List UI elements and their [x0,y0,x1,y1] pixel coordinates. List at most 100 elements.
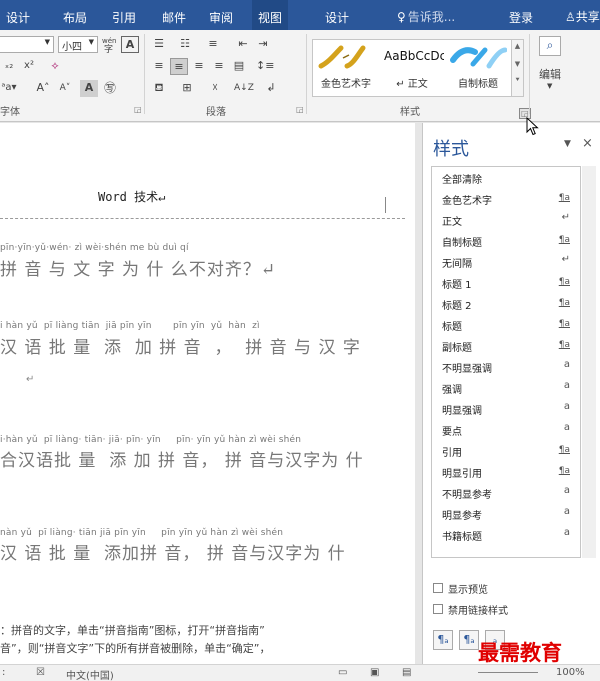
gallery-up-icon[interactable]: ▲ [512,42,523,50]
style-item[interactable]: 不明显参考 a [432,482,580,504]
phonetic-guide-char: 字 [104,45,114,55]
editing-label[interactable]: 编辑 [539,66,561,82]
pinyin-line: i·hàn yǔ pī liàng· tiān· jiā· pīn· yīn p… [0,435,302,445]
disable-linked-checkbox[interactable] [433,604,443,614]
pane-options-icon[interactable]: ▼ [564,139,571,149]
shrink-font-icon[interactable]: A˅ [56,80,74,97]
sort-icon[interactable]: A↓Z [234,80,254,97]
new-style-icon[interactable]: ¶ₐ [433,630,453,650]
shading-icon[interactable]: ⛾ [150,80,168,97]
linked-style-icon: ¶a [558,277,570,287]
tell-me-placeholder: 告诉我... [407,10,456,24]
increase-indent-icon[interactable]: ⇥ [254,36,272,53]
tab-design[interactable]: 设计 [6,9,30,26]
bullets-icon[interactable]: ☰ [150,36,168,53]
gallery-item-golden-art[interactable]: 金色艺术字 [313,40,379,96]
tab-view[interactable]: 视图 [252,0,289,30]
style-inspector-icon[interactable]: ¶ₐ [459,630,479,650]
style-item-clear-all[interactable]: 全部清除 [432,167,580,189]
font-color-icon[interactable]: ᵃa▾ [0,80,18,97]
language-indicator[interactable]: 中文(中国) [66,667,114,681]
style-item[interactable]: 明显引用 ¶a [432,461,580,483]
login-button[interactable]: 登录 [509,9,533,26]
proofing-icon[interactable]: ☒ [36,667,45,678]
align-right-icon[interactable]: ≡ [190,58,208,75]
multilevel-list-icon[interactable]: ≡ [204,36,222,53]
normal-preview: AaBbCcDc [384,49,444,63]
style-item[interactable]: 副标题 ¶a [432,335,580,357]
style-name: 明显引用 [442,469,482,480]
tab-layout[interactable]: 布局 [63,9,87,26]
style-item[interactable]: 引用 ¶a [432,440,580,462]
style-item[interactable]: 要点 a [432,419,580,441]
style-item[interactable]: 明显参考 a [432,503,580,525]
style-item[interactable]: 标题 2 ¶a [432,293,580,315]
tell-me-search[interactable]: ♀ 告诉我... [397,8,455,25]
font-dialog-launcher-icon[interactable]: ◲ [134,105,142,114]
enclose-char-icon[interactable]: ㊢ [101,80,119,97]
style-item[interactable]: 标题 1 ¶a [432,272,580,294]
char-border-icon[interactable]: A [121,36,139,53]
style-list-scrollbar[interactable] [582,166,596,558]
style-item[interactable]: 金色艺术字 ¶a [432,188,580,210]
align-left-icon[interactable]: ≡ [150,58,168,75]
print-layout-icon[interactable]: ▣ [370,667,379,678]
document-page[interactable]: Word 技术↵ pīn·yīn·yǔ·wén· zì wèi·shén me … [0,123,415,664]
web-layout-icon[interactable]: ▤ [402,667,411,678]
tab-references[interactable]: 引用 [112,9,136,26]
borders-icon[interactable]: ⊞ [178,80,196,97]
gallery-item-normal[interactable]: AaBbCcDc ↵ 正文 [379,40,445,96]
style-item[interactable]: 标题 ¶a [432,314,580,336]
clear-format-icon[interactable]: ⟡ [46,58,64,75]
tab-review[interactable]: 审阅 [209,9,233,26]
ribbon-tab-bar: 设计 布局 引用 邮件 审阅 视图 设计 ♀ 告诉我... 登录 ♙共享 [0,0,600,30]
style-item[interactable]: 不明显强调 a [432,356,580,378]
style-item[interactable]: 强调 a [432,377,580,399]
show-marks-icon[interactable]: ↲ [262,80,280,97]
close-icon[interactable]: × [582,136,593,151]
gallery-scroll[interactable]: ▲ ▼ ⯆ [512,39,524,97]
subscript-icon[interactable]: ₓ₂ [0,58,18,75]
hanzi-line: 合汉语批 量 添 加 拼 音， 拼 音与汉字为 什 [0,451,364,471]
line-spacing-icon[interactable]: ↕≡ [256,58,274,75]
align-center-icon[interactable]: ≡ [170,58,188,75]
tab-mailings[interactable]: 邮件 [162,9,186,26]
gallery-item-custom-title[interactable]: 自制标题 [445,40,511,96]
gallery-more-icon[interactable]: ⯆ [512,76,523,85]
font-group-label: 字体 [0,107,20,118]
chinese-layout-icon[interactable]: ☓ [206,80,224,97]
character-style-icon: a [563,485,570,496]
char-shading-icon[interactable]: A [80,80,98,97]
numbering-icon[interactable]: ☷ [176,36,194,53]
zoom-slider[interactable] [478,672,538,673]
style-item[interactable]: 自制标题 ¶a [432,230,580,252]
pinyin-line: i hàn yǔ pī liàng tiān jiā pīn yīn pīn y… [0,321,260,331]
zoom-level[interactable]: 100% [556,667,585,678]
grow-font-icon[interactable]: A˄ [34,80,52,97]
character-style-icon: a [563,380,570,391]
style-item[interactable]: 无间隔 ↵ [432,251,580,273]
hanzi-line: 拼 音 与 文 字 为 什 么不对齐？↵ [0,260,277,280]
share-button[interactable]: ♙共享 [565,8,600,25]
tab-context-design[interactable]: 设计 [325,9,349,26]
font-size-dropdown[interactable]: 小四 ▼ [58,36,98,53]
superscript-icon[interactable]: x² [20,58,38,75]
show-preview-checkbox[interactable] [433,583,443,593]
document-title: Word 技术↵ [98,190,166,204]
styles-pane: 样式 ▼ × 全部清除 金色艺术字 ¶a 正文 ↵ 自制标题 ¶a 无间隔 ↵ 标题 1… [422,123,600,664]
paragraph-dialog-launcher-icon[interactable]: ◲ [296,105,304,114]
gallery-down-icon[interactable]: ▼ [512,60,523,68]
show-preview-label: 显示预览 [448,585,488,596]
decrease-indent-icon[interactable]: ⇤ [234,36,252,53]
distributed-icon[interactable]: ▤ [230,58,248,75]
font-name-dropdown[interactable]: ▼ [0,36,54,53]
style-item[interactable]: 正文 ↵ [432,209,580,231]
style-name: 自制标题 [442,238,482,249]
style-item[interactable]: 书籍标题 a [432,524,580,546]
phonetic-guide-icon[interactable]: wén 字 [101,36,119,55]
styles-gallery: 金色艺术字 AaBbCcDc ↵ 正文 自制标题 [312,39,512,97]
style-item[interactable]: 明显强调 a [432,398,580,420]
justify-icon[interactable]: ≡ [210,58,228,75]
read-mode-icon[interactable]: ▭ [338,667,347,678]
search-icon[interactable]: ⌕ [539,36,561,56]
